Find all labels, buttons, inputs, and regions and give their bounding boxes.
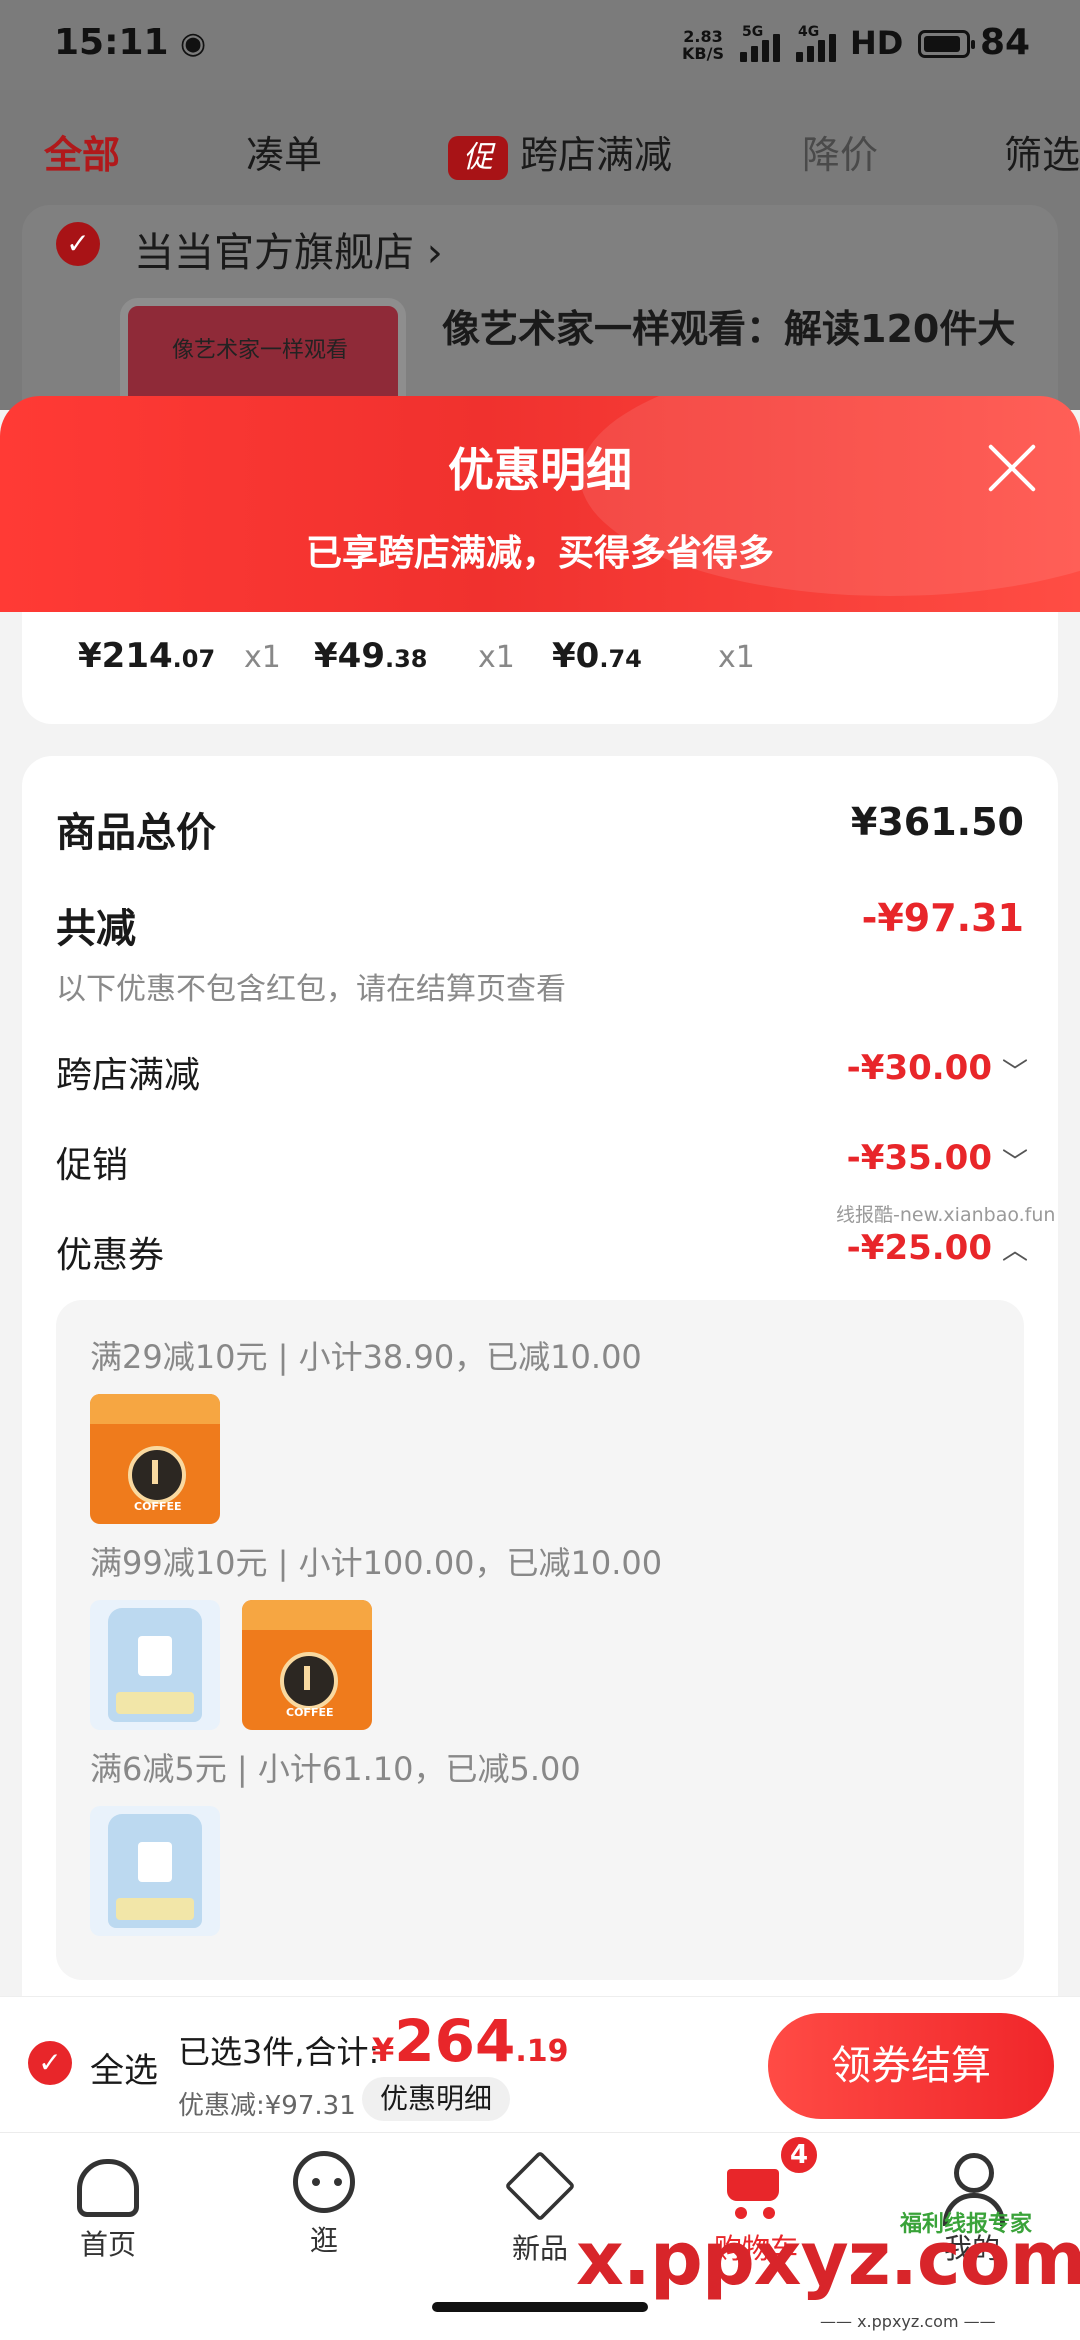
select-all-label[interactable]: 全选	[90, 2043, 158, 2092]
tab-browse[interactable]: 逛	[254, 2151, 394, 2259]
signal-bars-2-icon	[796, 34, 836, 62]
status-time: 15:11	[54, 22, 169, 63]
watermark-site: x.ppxyz.com	[576, 2216, 1080, 2302]
cart-badge: 4	[779, 2135, 819, 2175]
item-qty: x1	[718, 640, 755, 675]
item-price: ¥0.74	[552, 636, 642, 676]
discount-sheet-header: 优惠明细 已享跨店满减，买得多省得多	[0, 396, 1080, 612]
cart-icon: 4	[721, 2135, 819, 2221]
sheet-subtitle: 已享跨店满减，买得多省得多	[305, 533, 774, 574]
saved-amount: 优惠减:¥97.31	[178, 2091, 356, 2121]
store-check-icon[interactable]: ✓	[56, 222, 100, 266]
cross-store-value[interactable]: -¥30.00	[847, 1048, 992, 1088]
battery-level: 84	[980, 22, 1031, 63]
watermark-site-small: —— x.ppxyz.com ——	[820, 2312, 996, 2331]
select-all-check-icon[interactable]: ✓	[28, 2041, 72, 2085]
item-price: ¥49.38	[314, 636, 428, 676]
item-price: ¥214.07	[78, 636, 216, 676]
item-qty: x1	[478, 640, 515, 675]
goods-total-value: ¥361.50	[850, 800, 1024, 844]
hd-label: HD	[850, 24, 904, 62]
coupon-rule: 满29减10元 | 小计38.90，已减10.00	[90, 1338, 642, 1376]
checkout-button[interactable]: 领券结算	[768, 2013, 1054, 2119]
tab-cross-store[interactable]: 促跨店满减	[448, 124, 672, 180]
watermark-text: 线报酷-new.xianbao.fun	[836, 1204, 1056, 1226]
rice-product-thumb[interactable]	[90, 1600, 220, 1730]
coupon-label[interactable]: 优惠券	[56, 1226, 164, 1278]
coffee-product-thumb[interactable]: COFFEE	[242, 1600, 372, 1730]
sheet-title: 优惠明细	[448, 443, 632, 497]
discount-note: 以下优惠不包含红包，请在结算页查看	[56, 972, 566, 1007]
battery-icon	[918, 30, 975, 58]
new-box-icon	[504, 2150, 576, 2222]
cross-store-label[interactable]: 跨店满减	[56, 1046, 200, 1098]
promo-badge: 促	[448, 135, 508, 180]
coupon-detail-box: 满29减10元 | 小计38.90，已减10.00 COFFEE 满99减10元…	[56, 1300, 1024, 1980]
status-bar: 15:11 ◉ 2.83 KB/S 5G 4G HD 84	[0, 0, 1080, 90]
item-qty: x1	[244, 640, 281, 675]
chevron-up-icon[interactable]: ︿	[1002, 1230, 1028, 1267]
discount-summary-card: 商品总价 ¥361.50 共减 -¥97.31 以下优惠不包含红包，请在结算页查…	[22, 756, 1058, 1996]
chevron-down-icon[interactable]: ﹀	[1002, 1142, 1028, 1179]
signal-bars-icon	[740, 34, 780, 62]
goods-total-label: 商品总价	[56, 810, 216, 856]
coupon-rule: 满99减10元 | 小计100.00，已减10.00	[90, 1544, 663, 1582]
reduce-label: 共减	[56, 906, 136, 952]
coupon-value[interactable]: -¥25.00	[847, 1228, 992, 1268]
store-name[interactable]: 当当官方旗舰店 ›	[134, 220, 443, 278]
home-icon	[77, 2159, 139, 2217]
browse-icon	[293, 2151, 355, 2213]
net-speed: 2.83 KB/S	[682, 27, 724, 63]
selected-count: 已选3件,合计:	[178, 2033, 380, 2071]
promotion-label[interactable]: 促销	[56, 1136, 128, 1188]
discount-detail-button[interactable]: 优惠明细	[362, 2077, 511, 2121]
weibo-icon: ◉	[180, 26, 207, 61]
top-tab-bar: 全部 凑单 促跨店满减 降价 筛选	[0, 90, 1080, 205]
reduce-value: -¥97.31	[861, 896, 1024, 940]
tab-home[interactable]: 首页	[38, 2151, 178, 2263]
chevron-down-icon[interactable]: ﹀	[1002, 1052, 1028, 1089]
coupon-rule: 满6减5元 | 小计61.10，已减5.00	[90, 1750, 581, 1788]
promotion-value[interactable]: -¥35.00	[847, 1138, 992, 1178]
total-price: ¥264.19	[372, 2007, 569, 2075]
tab-filter[interactable]: 筛选	[1004, 124, 1080, 179]
tab-combine[interactable]: 凑单	[246, 124, 322, 179]
rice-product-thumb[interactable]	[90, 1806, 220, 1936]
checkout-bar: ✓ 全选 已选3件,合计: ¥264.19 优惠减:¥97.31 优惠明细 领券…	[0, 1996, 1080, 2132]
coffee-product-thumb[interactable]: COFFEE	[90, 1394, 220, 1524]
home-indicator[interactable]	[432, 2302, 648, 2312]
book-title[interactable]: 像艺术家一样观看：解读120件大	[442, 298, 1015, 353]
item-price-row: ¥214.07 x1 ¥49.38 x1 ¥0.74 x1	[22, 612, 1058, 724]
tab-price-drop[interactable]: 降价	[802, 124, 878, 179]
close-icon[interactable]	[984, 440, 1040, 496]
tab-all[interactable]: 全部	[44, 124, 120, 179]
